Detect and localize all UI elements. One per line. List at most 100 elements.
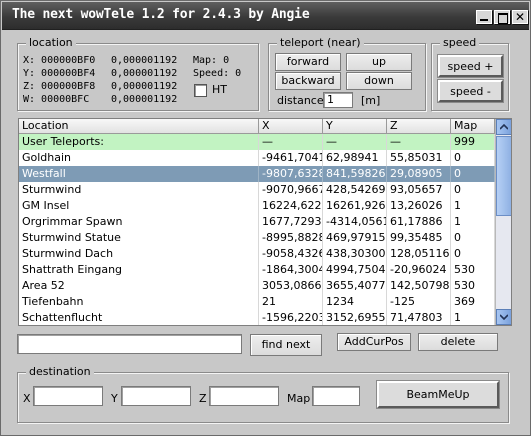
column-header-location[interactable]: Location xyxy=(19,119,259,134)
cell-map: 530 xyxy=(451,278,495,294)
destination-x-input[interactable] xyxy=(33,386,103,406)
ht-label: HT xyxy=(212,83,227,96)
close-icon: ✕ xyxy=(514,10,526,24)
column-header-z[interactable]: Z xyxy=(387,119,451,134)
cell-location: Schattenflucht xyxy=(19,310,259,325)
table-row[interactable]: Sturmwind-9070,96679428,5426993,056570 xyxy=(19,182,495,198)
location-w-value: 0,000001192 xyxy=(111,94,178,105)
cell-y: -4314,05615 xyxy=(323,214,387,230)
list-scrollbar[interactable] xyxy=(495,119,511,325)
cell-map: 1 xyxy=(451,310,495,325)
cell-z: 71,47803 xyxy=(387,310,451,325)
table-row[interactable]: Orgrimmar Spawn1677,72937-4314,0561561,1… xyxy=(19,214,495,230)
teleport-list[interactable]: Location X Y Z Map User Teleports: — — —999… xyxy=(18,118,512,326)
destination-x-label: X xyxy=(23,392,31,405)
cell-x: 16224,62207 xyxy=(259,198,323,214)
destination-z-input[interactable] xyxy=(209,386,279,406)
add-cur-pos-button[interactable]: AddCurPos xyxy=(337,333,411,351)
cell-map: 530 xyxy=(451,262,495,278)
chevron-up-icon xyxy=(500,124,508,130)
table-row[interactable]: Area 52 3053,08666 3655,40771 142,50798 530 xyxy=(19,278,495,294)
destination-map-input[interactable] xyxy=(312,386,360,406)
find-next-button[interactable]: find next xyxy=(250,334,322,356)
location-x-name: X: 000000BF0 xyxy=(23,55,96,66)
speed-readout: Speed: 0 xyxy=(193,68,242,79)
scroll-down-button[interactable] xyxy=(496,309,511,325)
table-row[interactable]: Sturmwind Statue-8995,88281469,9791599,3… xyxy=(19,230,495,246)
table-row[interactable]: Shattrath Eingang-1864,300414994,75048-2… xyxy=(19,262,495,278)
location-z-name: Z: 000000BF8 xyxy=(23,81,96,92)
location-z-value: 0,000001192 xyxy=(111,81,178,92)
cell-location: Tiefenbahn xyxy=(19,294,259,310)
cell-map: 999 xyxy=(451,134,495,150)
cell-x: -9807,63281 xyxy=(259,166,323,182)
cell-y: — xyxy=(323,134,387,150)
destination-z-label: Z xyxy=(199,392,207,405)
maximize-button[interactable] xyxy=(494,10,510,24)
cell-location: Area 52 xyxy=(19,278,259,294)
location-group-label: location xyxy=(26,36,76,50)
cell-z: 13,26026 xyxy=(387,198,451,214)
destination-map-label: Map xyxy=(287,392,311,405)
cell-x: — xyxy=(259,134,323,150)
table-row[interactable]: User Teleports: — — —999 xyxy=(19,134,495,150)
cell-location: Orgrimmar Spawn xyxy=(19,214,259,230)
down-button[interactable]: down xyxy=(346,72,412,90)
distance-input[interactable]: 1 xyxy=(323,92,353,108)
cell-map: 0 xyxy=(451,182,495,198)
speed-minus-button[interactable]: speed - xyxy=(437,79,504,103)
cell-y: 438,30300 xyxy=(323,246,387,262)
cell-location: Sturmwind Statue xyxy=(19,230,259,246)
destination-y-label: Y xyxy=(111,392,118,405)
search-input[interactable] xyxy=(17,334,242,354)
cell-map: 1 xyxy=(451,198,495,214)
backward-button[interactable]: backward xyxy=(275,72,341,90)
cell-map: 0 xyxy=(451,150,495,166)
cell-location: Sturmwind xyxy=(19,182,259,198)
cell-y: 16261,92679 xyxy=(323,198,387,214)
list-header: Location X Y Z Map xyxy=(19,119,495,134)
column-header-y[interactable]: Y xyxy=(323,119,387,134)
beam-me-up-button[interactable]: BeamMeUp xyxy=(376,380,500,409)
app-window: The next wowTele 1.2 for 2.4.3 by Angie … xyxy=(0,0,531,436)
minimize-button[interactable] xyxy=(476,10,492,24)
table-row[interactable]: Tiefenbahn 21 1234 -125 369 xyxy=(19,294,495,310)
cell-y: 428,54269 xyxy=(323,182,387,198)
destination-y-input[interactable] xyxy=(121,386,191,406)
close-button[interactable]: ✕ xyxy=(512,10,528,24)
cell-y: 469,97915 xyxy=(323,230,387,246)
scroll-up-button[interactable] xyxy=(496,119,511,135)
table-row[interactable]: Westfall-9807,63281841,5982629,089050 xyxy=(19,166,495,182)
cell-x: -9461,70410 xyxy=(259,150,323,166)
title-bar[interactable]: The next wowTele 1.2 for 2.4.3 by Angie … xyxy=(2,2,529,30)
cell-x: -9058,43261 xyxy=(259,246,323,262)
cell-x: -1864,30041 xyxy=(259,262,323,278)
location-x-value: 0,000001192 xyxy=(111,55,178,66)
destination-group-label: destination xyxy=(26,365,94,379)
cell-location: Shattrath Eingang xyxy=(19,262,259,278)
up-button[interactable]: up xyxy=(346,53,412,71)
distance-unit: [m] xyxy=(361,94,381,107)
cell-location: GM Insel xyxy=(19,198,259,214)
table-row[interactable]: GM Insel16224,6220716261,9267913,260261 xyxy=(19,198,495,214)
speed-plus-button[interactable]: speed + xyxy=(437,54,504,78)
cell-location: Westfall xyxy=(19,166,259,182)
location-y-value: 0,000001192 xyxy=(111,68,178,79)
location-w-name: W: 00000BFC xyxy=(23,94,90,105)
delete-button[interactable]: delete xyxy=(418,333,498,351)
column-header-map[interactable]: Map xyxy=(451,119,495,134)
location-y-name: Y: 000000BF4 xyxy=(23,68,96,79)
cell-x: -1596,22033 xyxy=(259,310,323,325)
scroll-thumb[interactable] xyxy=(496,136,511,216)
cell-location: User Teleports: xyxy=(19,134,259,150)
ht-checkbox[interactable] xyxy=(194,84,207,97)
table-row[interactable]: Sturmwind Dach-9058,43261438,30300128,05… xyxy=(19,246,495,262)
column-header-x[interactable]: X xyxy=(259,119,323,134)
table-row[interactable]: Goldhain-9461,7041062,9894155,850310 xyxy=(19,150,495,166)
forward-button[interactable]: forward xyxy=(275,53,341,71)
distance-label: distance xyxy=(277,94,324,107)
cell-map: 0 xyxy=(451,246,495,262)
table-row[interactable]: Schattenflucht-1596,220333152,6955571,47… xyxy=(19,310,495,325)
cell-y: 4994,75048 xyxy=(323,262,387,278)
cell-z: 55,85031 xyxy=(387,150,451,166)
